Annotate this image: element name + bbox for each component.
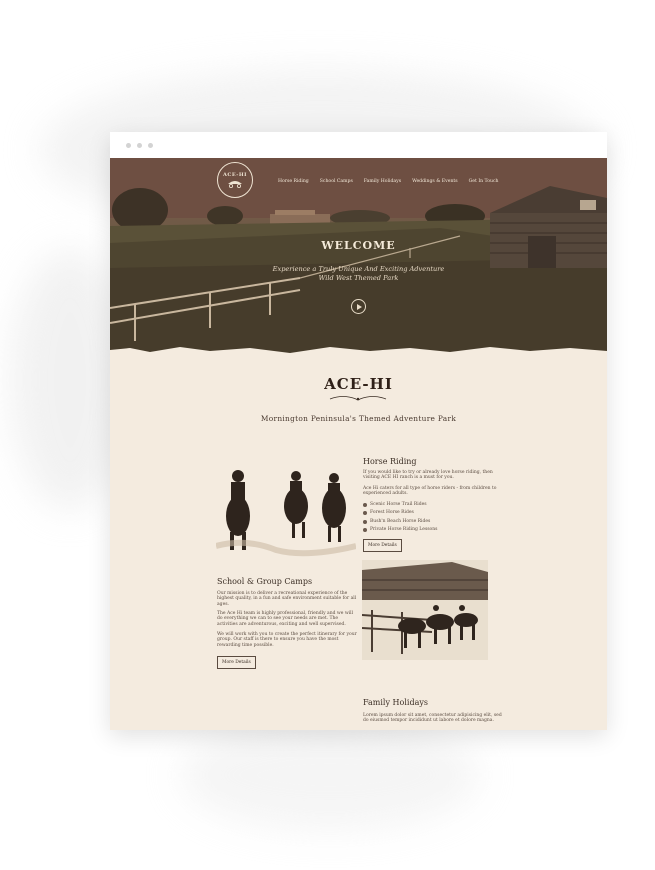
site-logo[interactable]: ACE-HI	[217, 162, 253, 198]
location-pin-icon	[363, 528, 367, 533]
list-item: Bush'n Beach Horse Rides	[363, 518, 437, 526]
list-item-label: Private Horse Riding Lessons	[370, 526, 438, 532]
horse-riding-more-button[interactable]: More Details	[363, 539, 402, 552]
school-camps-text: The Ace Hi team is highly professional, …	[217, 611, 354, 627]
family-holidays-text: Lorem ipsum dolor sit amet, consectetur …	[363, 713, 502, 724]
hero-section: ACE-HI Horse Riding School Camps Family …	[110, 158, 607, 358]
list-item: Forest Horse Rides	[363, 509, 437, 517]
wagon-logo-icon	[228, 181, 242, 188]
window-dot	[137, 142, 142, 148]
list-item-label: Forest Horse Rides	[370, 510, 414, 516]
horse-riding-title: Horse Riding	[363, 457, 417, 466]
horse-riding-text: If you would like to try or already love…	[363, 470, 493, 481]
school-camps-title: School & Group Camps	[217, 577, 313, 586]
horse-riding-text: Ace Hi caters for all type of horse ride…	[363, 486, 497, 497]
school-camps-photo	[362, 560, 488, 660]
school-camps-more-button[interactable]: More Details	[217, 656, 256, 669]
nav-school-camps[interactable]: School Camps	[320, 179, 353, 184]
background-wash	[180, 720, 480, 830]
nav-weddings-events[interactable]: Weddings & Events	[412, 179, 458, 184]
play-icon[interactable]	[351, 299, 366, 314]
school-camps-text: Our mission is to deliver a recreational…	[217, 591, 357, 607]
window-dot	[126, 142, 131, 148]
flourish-divider-icon	[329, 396, 387, 401]
family-holidays-title: Family Holidays	[363, 698, 428, 707]
location-pin-icon	[363, 519, 367, 524]
hero-subtitle-line: Wild West Themed Park	[318, 274, 399, 282]
nav-family-holidays[interactable]: Family Holidays	[364, 179, 401, 184]
hero-subtitle: Experience a Truly Unique And Exciting A…	[110, 265, 607, 283]
nav-get-in-touch[interactable]: Get In Touch	[469, 179, 499, 184]
list-item-label: Scenic Horse Trail Rides	[370, 502, 427, 507]
hero-title: WELCOME	[321, 239, 396, 252]
list-item: Scenic Horse Trail Rides	[363, 501, 437, 509]
hero-subtitle-line: Experience a Truly Unique And Exciting A…	[272, 265, 445, 273]
brand-title: ACE-HI	[324, 375, 393, 393]
list-item-label: Bush'n Beach Horse Rides	[370, 518, 431, 524]
main-navigation: Horse Riding School Camps Family Holiday…	[278, 179, 499, 184]
nav-horse-riding[interactable]: Horse Riding	[278, 179, 309, 184]
horse-riding-list: Scenic Horse Trail Rides Forest Horse Ri…	[363, 501, 437, 534]
school-camps-text: We will work with you to create the perf…	[217, 632, 357, 648]
browser-window: ACE-HI Horse Riding School Camps Family …	[110, 132, 607, 730]
horse-riding-photo	[216, 470, 356, 557]
brand-tagline: Mornington Peninsula's Themed Adventure …	[260, 414, 457, 423]
list-item: Private Horse Riding Lessons	[363, 526, 437, 534]
location-pin-icon	[363, 503, 367, 508]
main-content: ACE-HI Mornington Peninsula's Themed Adv…	[110, 358, 607, 730]
browser-chrome	[110, 132, 607, 158]
window-dot	[148, 142, 153, 148]
location-pin-icon	[363, 511, 367, 516]
hero-background-photo	[110, 158, 607, 358]
